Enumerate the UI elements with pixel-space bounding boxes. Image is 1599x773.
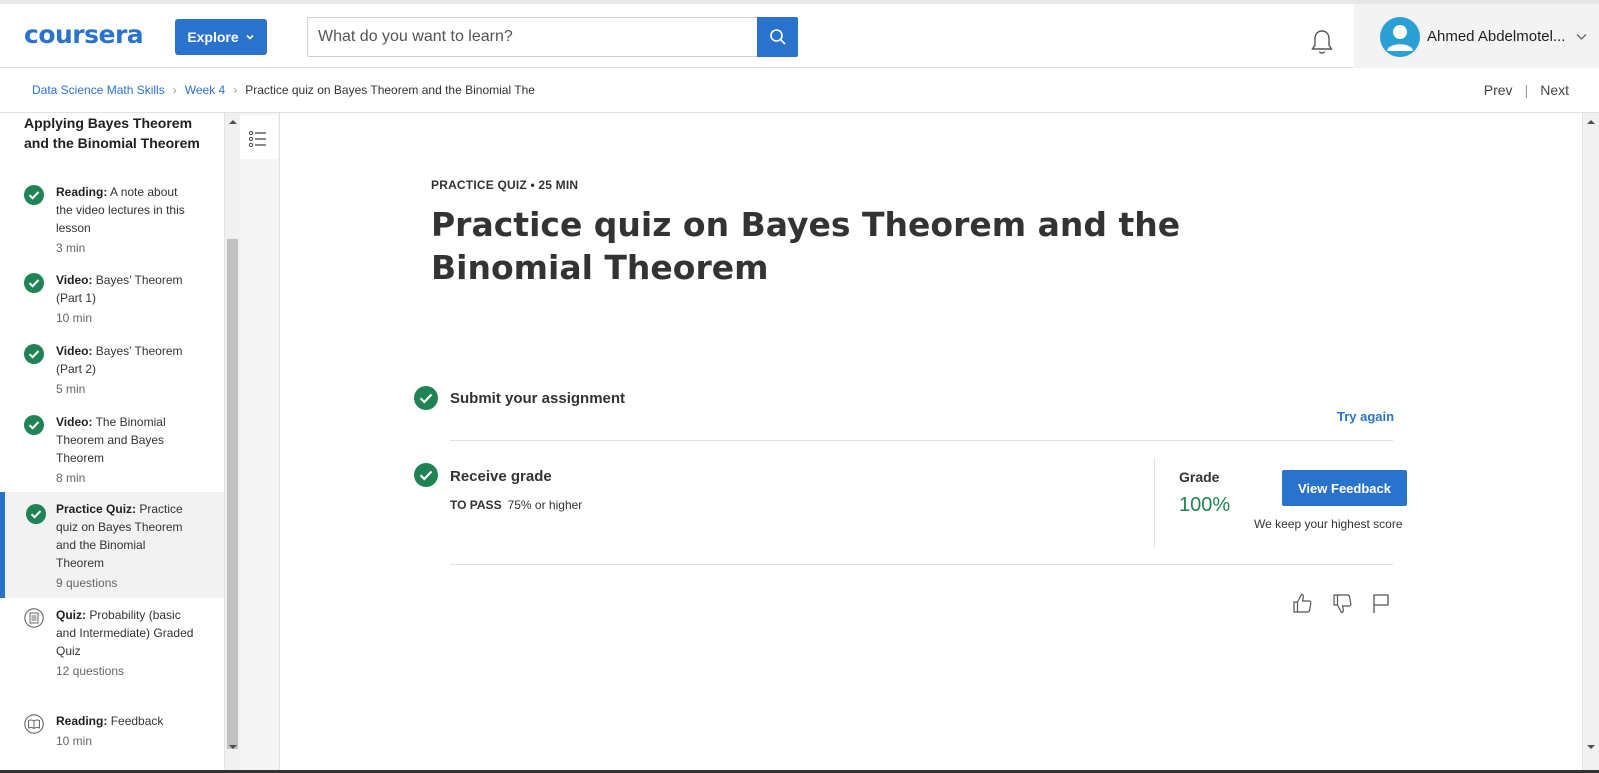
sidebar-item-text: Quiz: Probability (basic and Intermediat… [56, 606, 196, 680]
explore-label: Explore [187, 29, 239, 45]
grade-label: Grade [1179, 469, 1220, 485]
sidebar-item-reading-note[interactable]: Reading: A note about the video lectures… [0, 183, 224, 258]
main-scrollbar[interactable] [1582, 113, 1599, 773]
check-icon [414, 386, 438, 410]
try-again-link[interactable]: Try again [1337, 409, 1394, 424]
check-icon [24, 344, 44, 364]
scroll-down-icon[interactable] [228, 743, 238, 751]
sidebar-item-reading-feedback[interactable]: Reading: Feedback 10 min [0, 712, 224, 770]
user-menu[interactable]: Ahmed Abdelmotel... [1354, 4, 1599, 68]
flag-icon[interactable] [1370, 592, 1392, 614]
grade-value: 100% [1179, 494, 1231, 516]
sidebar-item-text: Video: Bayes’ Theorem (Part 2) 5 min [56, 342, 196, 398]
item-meta: 9 questions [56, 576, 118, 590]
item-type: Video: [56, 273, 93, 287]
outline-toggle-column [240, 113, 280, 773]
sidebar-item-graded-quiz[interactable]: Quiz: Probability (basic and Intermediat… [0, 606, 224, 698]
user-icon [1387, 25, 1413, 51]
item-meta: 10 min [56, 734, 93, 748]
thumbs-down-icon[interactable] [1331, 593, 1353, 615]
check-icon [24, 185, 44, 205]
breadcrumb-week-link[interactable]: Week 4 [185, 83, 225, 97]
scroll-up-icon[interactable] [228, 118, 238, 126]
sidebar-item-video-part2[interactable]: Video: Bayes’ Theorem (Part 2) 5 min [0, 342, 224, 400]
item-kicker: PRACTICE QUIZ • 25 MIN [431, 178, 579, 192]
to-pass-info: TO PASS 75% or higher [450, 498, 582, 512]
sidebar-scrollbar[interactable] [224, 113, 240, 773]
quiz-icon [24, 608, 44, 628]
view-feedback-button[interactable]: View Feedback [1282, 470, 1407, 506]
chevron-down-icon [246, 34, 254, 40]
sidebar-scroll-thumb[interactable] [227, 239, 238, 749]
main-content: PRACTICE QUIZ • 25 MIN Practice quiz on … [281, 113, 1581, 773]
sidebar-item-video-part1[interactable]: Video: Bayes’ Theorem (Part 1) 10 min [0, 271, 224, 329]
to-pass-label: TO PASS [450, 498, 502, 512]
check-icon [414, 463, 438, 487]
item-name: Feedback [110, 714, 164, 728]
chevron-right-icon: › [172, 83, 177, 97]
breadcrumb: Data Science Math Skills › Week 4 › Prac… [32, 83, 535, 97]
top-header: coursera Explore Ahmed Abdelmotel... [0, 0, 1599, 68]
item-meta: 5 min [56, 382, 86, 396]
check-icon [26, 504, 46, 524]
sidebar-item-text: Reading: Feedback 10 min [56, 712, 196, 750]
check-icon [24, 273, 44, 293]
search-box [307, 17, 798, 57]
sidebar-item-video-binomial[interactable]: Video: The Binomial Theorem and Bayes Th… [0, 413, 224, 489]
page-title: Practice quiz on Bayes Theorem and the B… [431, 205, 1181, 287]
sidebar-item-text: Video: Bayes’ Theorem (Part 1) 10 min [56, 271, 196, 327]
sidebar-item-practice-quiz[interactable]: Practice Quiz: Practice quiz on Bayes Th… [0, 492, 224, 598]
sidebar-item-text: Video: The Binomial Theorem and Bayes Th… [56, 413, 196, 487]
item-meta: 8 min [56, 471, 86, 485]
explore-button[interactable]: Explore [175, 19, 267, 55]
divider [450, 440, 1393, 441]
user-name: Ahmed Abdelmotel... [1427, 28, 1566, 45]
sidebar-item-text: Practice Quiz: Practice quiz on Bayes Th… [56, 500, 196, 592]
item-type: Practice Quiz: [56, 502, 137, 516]
chevron-right-icon: › [233, 83, 238, 97]
breadcrumb-course-link[interactable]: Data Science Math Skills [32, 83, 165, 97]
scroll-up-icon[interactable] [1586, 118, 1596, 126]
breadcrumb-bar: Data Science Math Skills › Week 4 › Prac… [0, 68, 1599, 113]
reading-icon [24, 714, 44, 734]
item-type: Video: [56, 415, 93, 429]
prev-link[interactable]: Prev [1484, 82, 1513, 98]
search-button[interactable] [757, 17, 798, 57]
receive-grade-label: Receive grade [450, 468, 552, 485]
prev-next-nav: Prev | Next [1484, 82, 1569, 98]
item-type: Video: [56, 344, 93, 358]
next-link[interactable]: Next [1540, 82, 1569, 98]
search-icon [769, 29, 786, 45]
item-type: Quiz: [56, 608, 86, 622]
search-input[interactable] [308, 18, 758, 56]
sidebar-item-text: Reading: A note about the video lectures… [56, 183, 196, 257]
item-meta: 12 questions [56, 664, 125, 678]
thumbs-up-icon[interactable] [1291, 592, 1313, 614]
avatar [1380, 17, 1420, 57]
divider [450, 564, 1393, 565]
chevron-down-icon [1576, 34, 1587, 40]
item-meta: 10 min [56, 311, 93, 325]
course-sidebar: Applying Bayes Theorem and the Binomial … [0, 113, 224, 773]
scroll-down-icon[interactable] [1586, 743, 1596, 751]
check-icon [24, 415, 44, 435]
bell-icon[interactable] [1309, 28, 1335, 56]
submit-step-label: Submit your assignment [450, 390, 626, 407]
divider [1154, 458, 1155, 548]
item-type: Reading: [56, 714, 108, 728]
lesson-title: Applying Bayes Theorem and the Binomial … [24, 115, 200, 151]
divider: | [1524, 82, 1529, 98]
coursera-logo[interactable]: coursera [24, 20, 144, 49]
item-type: Reading: [56, 185, 108, 199]
list-icon[interactable] [248, 129, 268, 149]
breadcrumb-current: Practice quiz on Bayes Theorem and the B… [245, 83, 535, 97]
item-meta: 3 min [56, 241, 86, 255]
highest-score-note: We keep your highest score [1254, 517, 1403, 531]
to-pass-value: 75% or higher [507, 498, 583, 512]
